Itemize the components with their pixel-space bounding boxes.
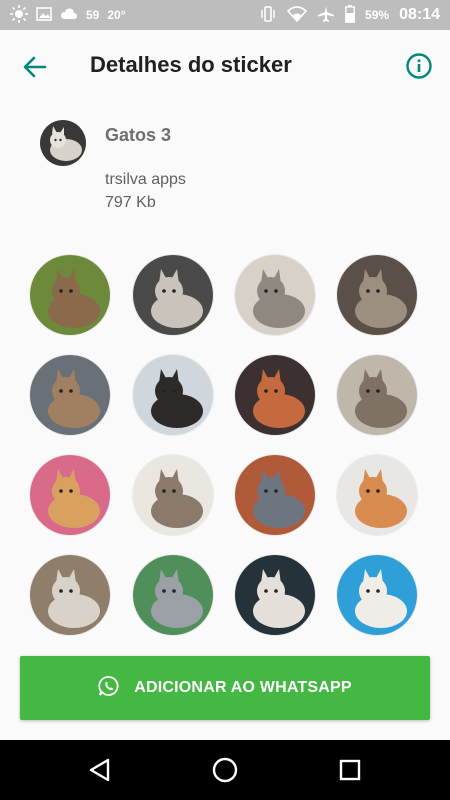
back-button[interactable] [20, 52, 50, 82]
sticker-thumbnail[interactable] [30, 255, 110, 335]
navigation-bar [0, 740, 450, 800]
nav-back-button[interactable] [86, 756, 114, 784]
sticker-thumbnail[interactable] [30, 555, 110, 635]
sticker-thumbnail[interactable] [133, 455, 213, 535]
info-icon [406, 53, 432, 79]
cat-photo-icon [337, 555, 417, 635]
sticker-thumbnail[interactable] [337, 555, 417, 635]
cat-photo-icon [337, 455, 417, 535]
notification-count: 59 [86, 8, 100, 22]
cat-photo-icon [30, 455, 110, 535]
add-to-whatsapp-button[interactable]: ADICIONAR AO WHATSAPP [20, 656, 430, 720]
sticker-thumbnail[interactable] [337, 355, 417, 435]
sticker-thumbnail[interactable] [133, 355, 213, 435]
image-icon [36, 6, 52, 25]
cat-photo-icon [133, 555, 213, 635]
cat-photo-icon [30, 255, 110, 335]
pack-name: Gatos 3 [105, 125, 172, 145]
battery-percent: 59% [365, 8, 390, 22]
circle-home-icon [212, 757, 238, 783]
status-bar: 59 20° 59% 08:14 [0, 0, 450, 30]
cat-photo-icon [235, 555, 315, 635]
sticker-thumbnail[interactable] [133, 255, 213, 335]
app-bar: Detalhes do sticker [0, 30, 450, 102]
sticker-thumbnail[interactable] [235, 255, 315, 335]
weather-sun-icon [10, 4, 28, 26]
temperature: 20° [107, 8, 126, 22]
cat-photo-icon [235, 255, 315, 335]
arrow-left-icon [23, 56, 47, 78]
cat-photo-icon [235, 355, 315, 435]
battery-icon [345, 4, 355, 26]
square-recents-icon [339, 759, 361, 781]
cat-photo-icon [235, 455, 315, 535]
nav-home-button[interactable] [211, 756, 239, 784]
clock: 08:14 [399, 6, 440, 23]
pack-details: Gatos 3 trsilva apps 797 Kb [0, 110, 450, 230]
cat-photo-icon [337, 355, 417, 435]
pack-author: trsilva apps [105, 171, 186, 188]
nav-recents-button[interactable] [336, 756, 364, 784]
cat-photo-icon [30, 555, 110, 635]
add-button-label: ADICIONAR AO WHATSAPP [134, 679, 352, 696]
whatsapp-icon [98, 675, 120, 702]
sticker-thumbnail[interactable] [133, 555, 213, 635]
cloud-icon [60, 7, 78, 24]
sticker-thumbnail[interactable] [337, 455, 417, 535]
triangle-back-icon [89, 758, 110, 782]
cat-photo-icon [337, 255, 417, 335]
vibrate-icon [259, 5, 277, 26]
cat-photo-icon [133, 255, 213, 335]
cat-photo-icon [30, 355, 110, 435]
sticker-thumbnail[interactable] [235, 355, 315, 435]
sticker-thumbnail[interactable] [235, 555, 315, 635]
sticker-thumbnail[interactable] [30, 355, 110, 435]
cat-photo-icon [133, 355, 213, 435]
airplane-mode-icon [317, 5, 335, 26]
pack-tray-icon [40, 120, 86, 166]
sticker-thumbnail[interactable] [337, 255, 417, 335]
wifi-icon [286, 5, 308, 25]
sticker-thumbnail[interactable] [30, 455, 110, 535]
info-button[interactable] [405, 52, 433, 80]
page-title: Detalhes do sticker [90, 52, 292, 77]
pack-size: 797 Kb [105, 194, 156, 211]
cat-photo-icon [133, 455, 213, 535]
sticker-thumbnail[interactable] [235, 455, 315, 535]
